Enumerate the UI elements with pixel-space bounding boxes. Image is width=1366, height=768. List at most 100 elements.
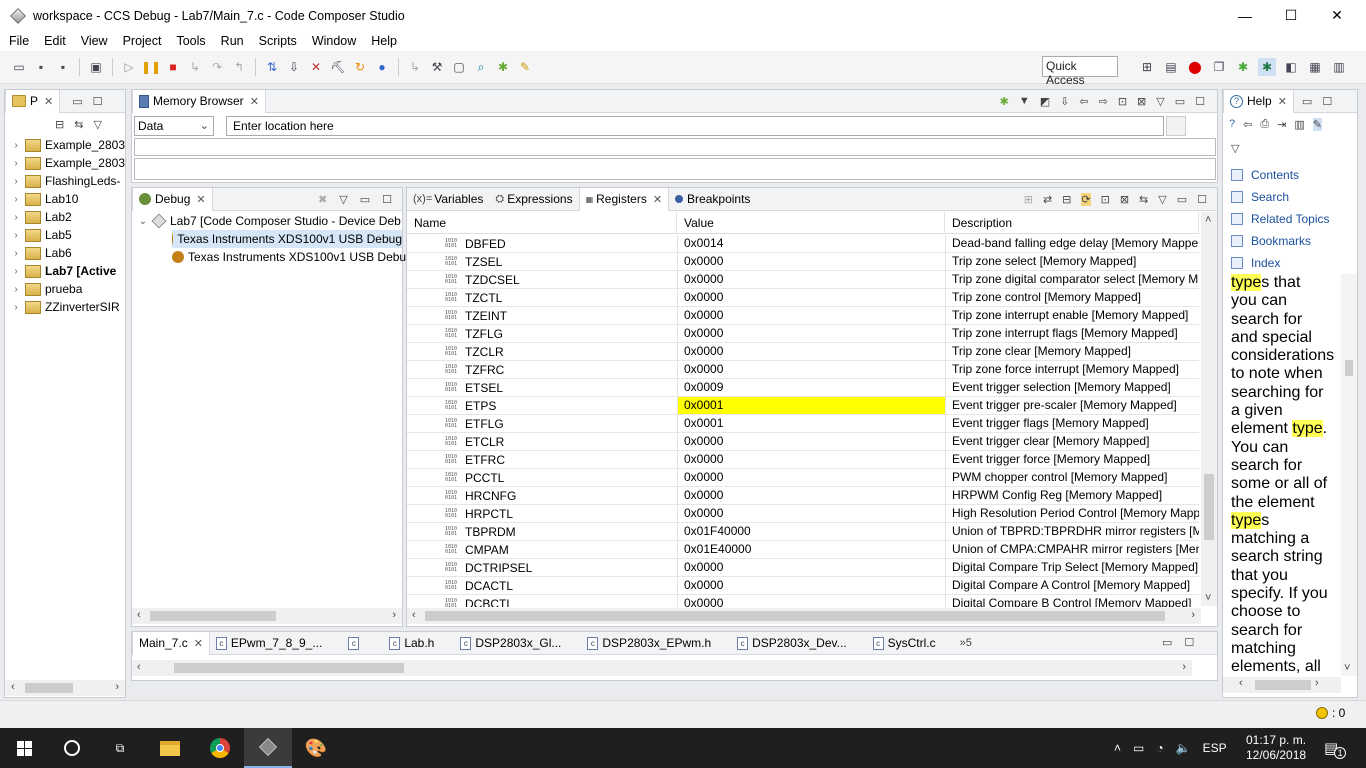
git-icon[interactable]: ◧	[1282, 58, 1300, 76]
project-item[interactable]: › Lab10	[11, 190, 125, 208]
menu-scripts[interactable]: Scripts	[253, 34, 303, 48]
tab-project-explorer[interactable]: P ✕	[5, 89, 61, 113]
help-hscroll[interactable]: ‹ ›	[1223, 677, 1341, 693]
memory-map-icon[interactable]: ◩	[1040, 95, 1050, 108]
maximize-view-icon[interactable]: ☐	[93, 95, 103, 108]
register-row[interactable]: 1010 0101 ETCLR 0x0000 Event trigger clear […	[407, 433, 1199, 451]
editor-tab-overflow[interactable]: »5	[960, 637, 972, 649]
register-value[interactable]: 0x0009	[677, 379, 945, 396]
wifi-icon[interactable]: ◔	[1156, 741, 1163, 755]
maximize-button[interactable]: ☐	[1268, 0, 1314, 31]
build-icon[interactable]: ⛏	[329, 58, 347, 76]
menu-tools[interactable]: Tools	[170, 34, 211, 48]
register-row[interactable]: 1010 0101 TZFLG 0x0000 Trip zone interrupt f…	[407, 325, 1199, 343]
register-value[interactable]: 0x0000	[677, 505, 945, 522]
column-name[interactable]: Name	[407, 212, 677, 234]
load-program-icon[interactable]: ⇩	[285, 58, 303, 76]
register-row[interactable]: 1010 0101 ETSEL 0x0009 Event trigger selecti…	[407, 379, 1199, 397]
register-row[interactable]: 1010 0101 TZFRC 0x0000 Trip zone force inter…	[407, 361, 1199, 379]
editor-tab[interactable]: c DSP2803x_Dev...	[731, 632, 853, 655]
terminate-icon[interactable]: ■	[164, 58, 182, 76]
register-row[interactable]: 1010 0101 HRPCTL 0x0000 High Resolution Peri…	[407, 505, 1199, 523]
register-value[interactable]: 0x0000	[677, 343, 945, 360]
register-value[interactable]: 0x01E40000	[677, 541, 945, 558]
register-value[interactable]: 0x0000	[677, 577, 945, 594]
search-debug-icon[interactable]: ⌕	[472, 58, 490, 76]
forward-icon[interactable]: ⇨	[1099, 95, 1108, 108]
register-row[interactable]: 1010 0101 TZCTL 0x0000 Trip zone control [Me…	[407, 289, 1199, 307]
page-select[interactable]: Data ⌄	[134, 116, 214, 136]
register-row[interactable]: 1010 0101 CMPAM 0x01E40000 Union of CMPA:CMP…	[407, 541, 1199, 559]
maximize-view-icon[interactable]: ☐	[1195, 95, 1205, 108]
help-link[interactable]: Index	[1231, 252, 1351, 274]
register-row[interactable]: 1010 0101 TZCLR 0x0000 Trip zone clear [Memo…	[407, 343, 1199, 361]
editor-tab[interactable]: c DSP2803x_Gl...	[454, 632, 567, 655]
editor-tab[interactable]: c DSP2803x_EPwm.h	[581, 632, 717, 655]
chevron-up-icon[interactable]: ˄	[1114, 741, 1121, 755]
register-value[interactable]: 0x0000	[677, 325, 945, 342]
ccs-taskbar-button[interactable]	[244, 728, 292, 768]
suspend-icon[interactable]: ❚❚	[141, 58, 161, 76]
collapse-all-icon[interactable]: ⊟	[1062, 193, 1071, 206]
minimize-view-icon[interactable]: ▭	[72, 95, 82, 108]
location-input[interactable]: Enter location here	[226, 116, 1164, 136]
pin-icon[interactable]: ✎	[516, 58, 534, 76]
registers-vscroll[interactable]: ˄ ˅	[1201, 212, 1217, 606]
heap-status[interactable]: : 0	[1316, 706, 1345, 720]
tab-expressions[interactable]: ⛭ Expressions	[489, 188, 578, 211]
link-editor-icon[interactable]: ⇆	[74, 118, 83, 131]
register-row[interactable]: 1010 0101 DCTRIPSEL 0x0000 Digital Compare T…	[407, 559, 1199, 577]
register-value[interactable]: 0x0001	[677, 397, 945, 414]
close-tab-icon[interactable]: ✕	[653, 193, 662, 206]
close-tab-icon[interactable]: ✕	[196, 193, 205, 206]
close-tab-icon[interactable]: ✕	[44, 95, 53, 108]
menu-view[interactable]: View	[75, 34, 114, 48]
register-row[interactable]: 1010 0101 ETPS 0x0001 Event trigger pre-scal…	[407, 397, 1199, 415]
expand-icon[interactable]: ⇄	[1043, 193, 1052, 206]
bug-perspective-icon[interactable]: ✱	[1234, 58, 1252, 76]
scroll-thumb[interactable]	[150, 611, 276, 621]
pin-view-icon[interactable]: ⊠	[1120, 193, 1129, 206]
import-icon[interactable]: ▼	[1019, 95, 1030, 108]
save-icon[interactable]: ▪	[32, 58, 50, 76]
cortana-search-button[interactable]	[48, 728, 96, 768]
column-value[interactable]: Value	[677, 212, 945, 234]
register-value[interactable]: 0x0000	[677, 361, 945, 378]
maximize-view-icon[interactable]: ☐	[1184, 636, 1194, 649]
help-link[interactable]: Related Topics	[1231, 208, 1351, 230]
register-value[interactable]: 0x0000	[677, 559, 945, 576]
reset-icon[interactable]: ●	[373, 58, 391, 76]
step-return-icon[interactable]: ↰	[230, 58, 248, 76]
debug-perspective-icon[interactable]: ❐	[1210, 58, 1228, 76]
register-row[interactable]: 1010 0101 DCACTL 0x0000 Digital Compare A Co…	[407, 577, 1199, 595]
register-row[interactable]: 1010 0101 TZSEL 0x0000 Trip zone select [Mem…	[407, 253, 1199, 271]
close-tab-icon[interactable]: ✕	[250, 95, 259, 108]
project-item[interactable]: › Example_2803	[11, 136, 125, 154]
project-item[interactable]: › FlashingLeds-	[11, 172, 125, 190]
refresh-icon[interactable]: ⟳	[1081, 192, 1091, 206]
register-value[interactable]: 0x0000	[677, 451, 945, 468]
project-item[interactable]: › Lab6	[11, 244, 125, 262]
highlight-icon[interactable]: ✎	[1312, 118, 1322, 131]
view-menu-icon[interactable]: ▽	[1156, 95, 1164, 108]
register-value[interactable]: 0x0000	[677, 271, 945, 288]
ccs-edit-icon[interactable]: ▤	[1162, 58, 1180, 76]
project-item[interactable]: › Lab5	[11, 226, 125, 244]
register-row[interactable]: 1010 0101 ETFLG 0x0001 Event trigger flags […	[407, 415, 1199, 433]
menu-window[interactable]: Window	[306, 34, 362, 48]
editor-tab[interactable]: c SysCtrl.c	[867, 632, 942, 655]
minimize-view-icon[interactable]: ▭	[1177, 193, 1187, 206]
scroll-thumb[interactable]	[425, 611, 1165, 621]
debug-hscroll[interactable]: ‹ ›	[132, 608, 402, 624]
registers-hscroll[interactable]: ‹ ›	[407, 608, 1201, 624]
register-row[interactable]: 1010 0101 TZDCSEL 0x0000 Trip zone digital c…	[407, 271, 1199, 289]
column-description[interactable]: Description	[945, 212, 1199, 234]
register-value[interactable]: 0x0001	[677, 415, 945, 432]
maximize-view-icon[interactable]: ☐	[1197, 193, 1207, 206]
debug-session-root[interactable]: ⌄ Lab7 [Code Composer Studio - Device De…	[138, 212, 401, 230]
scroll-thumb[interactable]	[1255, 680, 1311, 690]
register-value[interactable]: 0x0000	[677, 469, 945, 486]
editor-tab[interactable]: c Lab.h	[383, 632, 440, 655]
ccs-debug-perspective-icon[interactable]: ✱	[1258, 58, 1276, 76]
maximize-view-icon[interactable]: ☐	[382, 193, 392, 206]
